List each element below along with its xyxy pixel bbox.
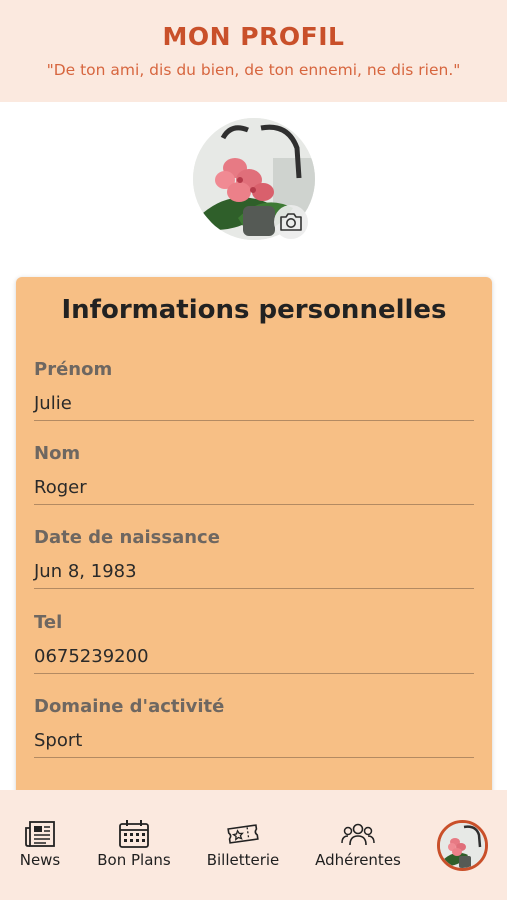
field-tel: Tel 0675239200 bbox=[34, 612, 474, 674]
prenom-input[interactable]: Julie bbox=[34, 393, 474, 421]
calendar-icon bbox=[118, 819, 150, 849]
tab-label: Bon Plans bbox=[97, 851, 171, 869]
page-quote: "De ton ami, dis du bien, de ton ennemi,… bbox=[46, 61, 461, 79]
nom-input[interactable]: Roger bbox=[34, 477, 474, 505]
tab-label: Adhérentes bbox=[315, 851, 401, 869]
profile-avatar[interactable] bbox=[193, 118, 315, 240]
tab-billetterie[interactable]: Billetterie bbox=[203, 790, 283, 900]
page-title: MON PROFIL bbox=[162, 22, 345, 51]
card-title: Informations personnelles bbox=[61, 295, 447, 325]
newspaper-icon bbox=[24, 819, 56, 849]
tel-input[interactable]: 0675239200 bbox=[34, 646, 474, 674]
domaine-input[interactable]: Sport bbox=[34, 730, 474, 758]
page-header: MON PROFIL "De ton ami, dis du bien, de … bbox=[0, 0, 507, 102]
field-label: Prénom bbox=[34, 359, 113, 380]
tab-news[interactable]: News bbox=[10, 790, 70, 900]
field-label: Tel bbox=[34, 612, 63, 633]
field-label: Domaine d'activité bbox=[34, 696, 225, 717]
tab-label: News bbox=[19, 851, 61, 869]
birthdate-input[interactable]: Jun 8, 1983 bbox=[34, 561, 474, 589]
tab-adherentes[interactable]: Adhérentes bbox=[313, 790, 403, 900]
personal-info-card: Informations personnelles Prénom Julie N… bbox=[16, 277, 492, 817]
field-label: Nom bbox=[34, 443, 81, 464]
bottom-tab-bar: News Bon Plans Billetterie Adhérentes bbox=[0, 790, 507, 900]
profile-avatar-icon[interactable] bbox=[437, 820, 488, 871]
tab-label: Billetterie bbox=[206, 851, 280, 869]
tab-bon-plans[interactable]: Bon Plans bbox=[94, 790, 174, 900]
field-prenom: Prénom Julie bbox=[34, 359, 474, 421]
camera-icon[interactable] bbox=[274, 205, 308, 239]
ticket-icon bbox=[226, 819, 260, 849]
field-domaine: Domaine d'activité Sport bbox=[34, 696, 474, 758]
field-nom: Nom Roger bbox=[34, 443, 474, 505]
group-icon bbox=[341, 819, 375, 849]
field-date-naissance: Date de naissance Jun 8, 1983 bbox=[34, 527, 474, 589]
field-label: Date de naissance bbox=[34, 527, 220, 548]
